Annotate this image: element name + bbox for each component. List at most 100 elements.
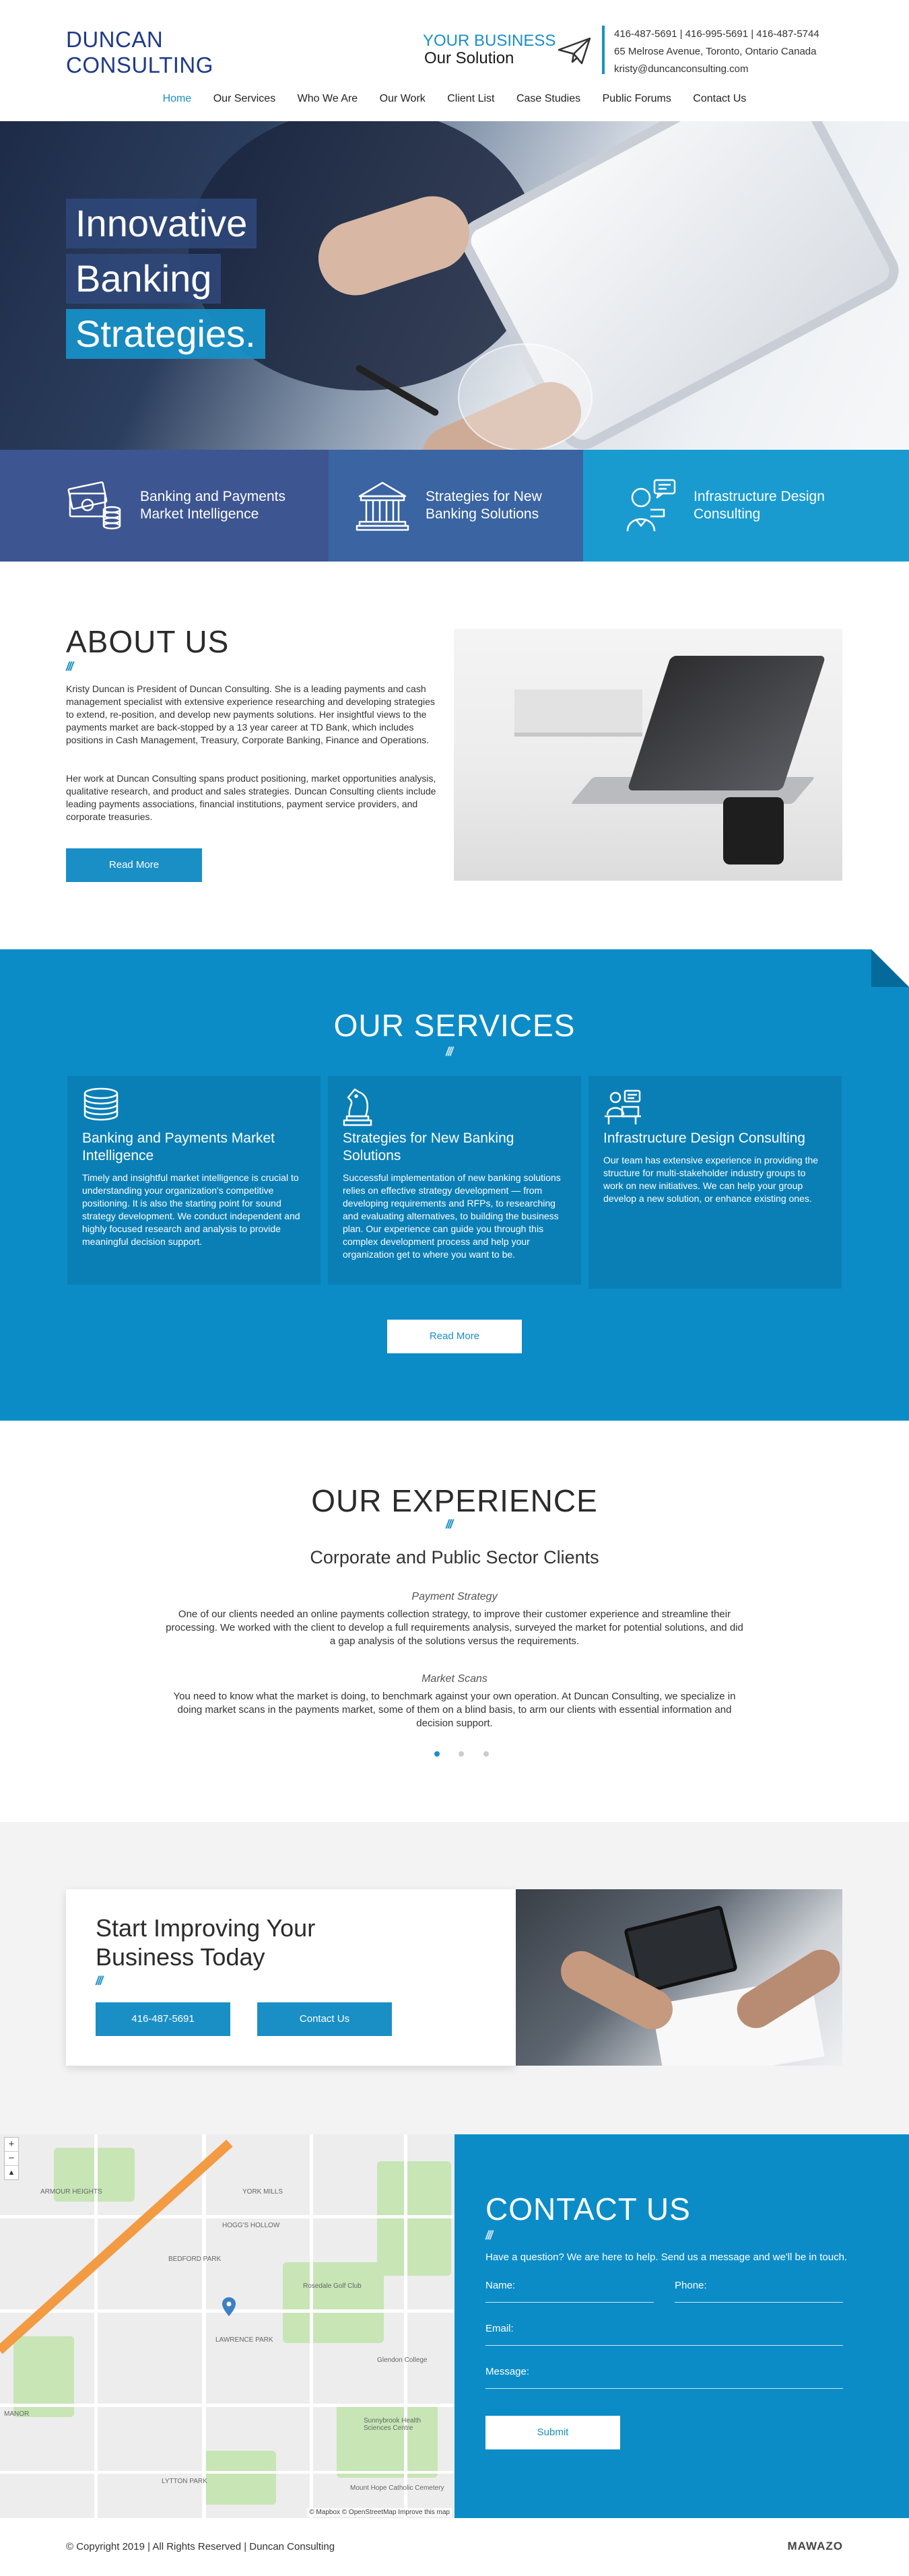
nav-who-we-are[interactable]: Who We Are <box>298 93 358 105</box>
name-field[interactable]: Name: <box>485 2276 654 2303</box>
map-pin-icon[interactable] <box>222 2297 236 2316</box>
experience-item-text: You need to know what the market is doin… <box>173 1691 736 1729</box>
logo-line1: DUNCAN <box>66 27 164 52</box>
service-card-market-intelligence[interactable]: Banking and Payments Market Intelligence… <box>67 1076 321 1285</box>
email-field[interactable]: Email: <box>485 2319 843 2346</box>
feature-new-banking-solutions[interactable]: Strategies for New Banking Solutions <box>329 450 583 562</box>
feature-strip: Banking and Payments Market Intelligence… <box>0 450 909 562</box>
map-label: MANOR <box>4 2410 30 2418</box>
nav-case-studies[interactable]: Case Studies <box>516 93 580 105</box>
services-title: OUR SERVICES <box>333 1008 576 1043</box>
map-attribution[interactable]: © Mapbox © OpenStreetMap Improve this ma… <box>307 2508 452 2517</box>
coin-stack-icon <box>83 1087 119 1121</box>
about-title: ABOUT US <box>66 624 230 659</box>
about-section: ABOUT US /// Kristy Duncan is President … <box>0 562 909 949</box>
email-label: Email: <box>485 2323 514 2334</box>
tagline-line2: Our Solution <box>424 49 514 67</box>
service-2-title: Strategies for New Banking Solutions <box>343 1130 514 1163</box>
hero-banner: Innovative Banking Strategies. <box>0 121 909 450</box>
message-field[interactable]: Message: <box>485 2362 843 2389</box>
map-label: Rosedale Golf Club <box>303 2282 362 2290</box>
map-zoom-controls: + − ▲ <box>4 2137 19 2180</box>
cta-title: Start Improving Your Business Today <box>96 1913 315 1971</box>
feature-infrastructure-design[interactable]: Infrastructure Design Consulting <box>583 450 909 562</box>
map-label: ARMOUR HEIGHTS <box>40 2188 102 2196</box>
experience-section: OUR EXPERIENCE /// Corporate and Public … <box>0 1421 909 1822</box>
map-park <box>283 2262 384 2343</box>
services-read-more-button[interactable]: Read More <box>387 1320 522 1353</box>
hero-title: Innovative Banking Strategies. <box>66 199 265 364</box>
main-nav: Home Our Services Who We Are Our Work Cl… <box>0 93 909 105</box>
nav-our-work[interactable]: Our Work <box>380 93 426 105</box>
footer-copyright: © Copyright 2019 | All Rights Reserved |… <box>66 2541 335 2552</box>
feature-market-intelligence[interactable]: Banking and Payments Market Intelligence <box>0 450 329 562</box>
nav-contact-us[interactable]: Contact Us <box>693 93 746 105</box>
feature-3-line2: Consulting <box>694 506 761 522</box>
feature-1-line2: Market Intelligence <box>140 506 259 522</box>
tagline-line1: YOUR BUSINESS <box>423 32 556 50</box>
experience-slashes-icon: /// <box>446 1518 453 1531</box>
map-label: LYTTON PARK <box>162 2478 207 2485</box>
carousel-dot-3[interactable] <box>483 1751 489 1757</box>
map-park <box>202 2451 276 2505</box>
site-footer: © Copyright 2019 | All Rights Reserved |… <box>0 2518 909 2576</box>
service-3-text: Our team has extensive experience in pro… <box>603 1155 819 1204</box>
contact-section: CONTACT US /// Have a question? We are h… <box>454 2134 909 2518</box>
bank-building-icon <box>356 481 409 531</box>
cta-slashes-icon: /// <box>96 1974 103 1988</box>
nav-public-forums[interactable]: Public Forums <box>603 93 671 105</box>
map-zoom-out-button[interactable]: − <box>5 2151 18 2165</box>
feature-2-line1: Strategies for New <box>426 489 542 504</box>
header-phones[interactable]: 416-487-5691 | 416-995-5691 | 416-487-57… <box>614 26 819 43</box>
hero-title-line1: Innovative <box>66 199 257 248</box>
cta-photo <box>516 1889 842 2066</box>
service-2-text: Successful implementation of new banking… <box>343 1172 561 1260</box>
service-card-new-banking-solutions[interactable]: Strategies for New Banking Solutions Suc… <box>328 1076 581 1285</box>
about-photo-books <box>514 689 642 737</box>
map-road <box>0 2471 454 2474</box>
service-1-title: Banking and Payments Market Intelligence <box>82 1130 275 1163</box>
logo-line2: CONSULTING <box>66 53 213 77</box>
compass-icon[interactable]: ▲ <box>5 2165 18 2179</box>
location-map[interactable]: ARMOUR HEIGHTS BEDFORD PARK LAWRENCE PAR… <box>0 2134 454 2518</box>
about-slashes-icon: /// <box>66 660 73 673</box>
service-card-infrastructure-design[interactable]: Infrastructure Design Consulting Our tea… <box>588 1076 842 1289</box>
footer-brand-logo[interactable]: MAWAZO <box>788 2540 844 2553</box>
about-read-more-button[interactable]: Read More <box>66 848 202 882</box>
experience-item-text: One of our clients needed an online paym… <box>166 1608 743 1647</box>
money-coins-icon <box>67 481 121 530</box>
experience-item: Payment Strategy One of our clients need… <box>162 1590 747 1648</box>
nav-home[interactable]: Home <box>163 93 192 105</box>
nav-our-services[interactable]: Our Services <box>213 93 275 105</box>
map-label: LAWRENCE PARK <box>215 2336 273 2344</box>
map-road <box>310 2134 313 2518</box>
phone-label: Phone: <box>675 2280 707 2291</box>
carousel-dots <box>426 1748 497 1760</box>
hero-title-line2: Banking <box>66 254 222 304</box>
contact-slashes-icon: /// <box>485 2229 493 2242</box>
carousel-dot-1[interactable] <box>434 1751 440 1757</box>
name-label: Name: <box>485 2280 516 2291</box>
cta-title-line2: Business Today <box>96 1943 265 1971</box>
corner-fold-shadow <box>871 949 909 987</box>
services-slashes-icon: /// <box>446 1045 453 1058</box>
site-logo[interactable]: DUNCAN CONSULTING <box>66 27 213 78</box>
about-photo <box>454 629 842 881</box>
experience-item: Market Scans You need to know what the m… <box>162 1672 747 1730</box>
header-email[interactable]: kristy@duncanconsulting.com <box>614 61 819 78</box>
map-zoom-in-button[interactable]: + <box>5 2138 18 2151</box>
feature-3-line1: Infrastructure Design <box>694 489 825 504</box>
cta-contact-button[interactable]: Contact Us <box>257 2002 392 2036</box>
nav-client-list[interactable]: Client List <box>447 93 494 105</box>
phone-field[interactable]: Phone: <box>675 2276 843 2303</box>
contact-help-text: Have a question? We are here to help. Se… <box>485 2251 848 2263</box>
about-paragraph-2: Her work at Duncan Consulting spans prod… <box>66 773 436 822</box>
tagline: YOUR BUSINESS Our Solution <box>423 32 556 67</box>
submit-button[interactable]: Submit <box>485 2416 620 2449</box>
map-label: Sunnybrook Health Sciences Centre <box>364 2417 422 2432</box>
carousel-dot-2[interactable] <box>459 1751 465 1757</box>
chess-knight-icon <box>343 1088 372 1126</box>
map-label: HOGG'S HOLLOW <box>222 2222 280 2229</box>
cta-phone-button[interactable]: 416-487-5691 <box>96 2002 230 2036</box>
cta-card: Start Improving Your Business Today /// … <box>66 1889 516 2066</box>
